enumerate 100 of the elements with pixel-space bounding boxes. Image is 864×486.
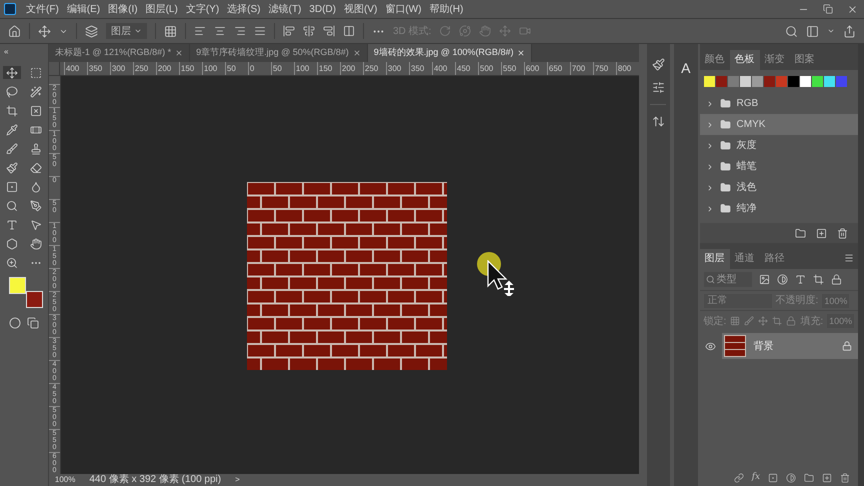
swatch-group[interactable]: 灰度 — [700, 135, 858, 156]
menu-item[interactable]: 文件(F) — [22, 2, 63, 16]
frame-tool-icon[interactable] — [30, 104, 42, 116]
menu-item[interactable]: 图层(L) — [142, 2, 182, 16]
color-swatch[interactable] — [704, 76, 715, 87]
menu-item[interactable]: 编辑(E) — [62, 2, 104, 16]
panel-tab[interactable]: 颜色 — [700, 50, 730, 70]
foreground-color-swatch[interactable] — [8, 277, 26, 294]
adjustment-filter-icon[interactable] — [776, 274, 788, 285]
layer-row[interactable]: 背景 — [722, 333, 858, 359]
restore-icon[interactable] — [823, 4, 833, 14]
fx-icon[interactable]: fx — [752, 471, 760, 485]
color-swatch[interactable] — [788, 76, 799, 87]
delete-icon[interactable] — [837, 228, 848, 238]
selection-tool-icon[interactable] — [30, 218, 42, 230]
align-center-icon[interactable] — [214, 25, 226, 37]
new-layer-icon[interactable] — [822, 473, 832, 483]
magic-wand-tool-icon[interactable] — [30, 86, 42, 98]
marquee-tool-icon[interactable] — [30, 66, 42, 78]
new-group-icon[interactable] — [804, 473, 814, 483]
color-swatch[interactable] — [764, 76, 775, 87]
swatch-group[interactable]: CMYK — [700, 114, 858, 135]
hand-tool-icon[interactable] — [30, 238, 42, 250]
document-tab[interactable]: 9墙砖的效果.jpg @ 100%(RGB/8#) — [368, 44, 532, 62]
workspace-icon[interactable] — [806, 24, 819, 38]
align-justify-icon[interactable] — [254, 25, 266, 37]
eraser-tool-icon[interactable] — [30, 162, 42, 174]
panel-tab[interactable]: 路径 — [760, 249, 790, 269]
type-tool-icon[interactable] — [6, 218, 18, 230]
move-tool-icon[interactable] — [6, 66, 18, 78]
type-filter-icon[interactable] — [794, 274, 806, 285]
crop-tool-icon[interactable] — [6, 104, 18, 116]
eyedropper-tool-icon[interactable] — [6, 124, 18, 136]
close-tab-icon[interactable] — [517, 49, 526, 57]
healing-brush-tool-icon[interactable] — [30, 124, 42, 136]
color-swatch[interactable] — [836, 76, 847, 87]
swatch-group[interactable]: 浅色 — [700, 177, 858, 198]
menu-item[interactable]: 选择(S) — [223, 2, 264, 16]
menu-item[interactable]: 视图(V) — [340, 2, 382, 16]
stamp-tool-icon[interactable] — [30, 142, 42, 154]
mask-icon[interactable] — [768, 473, 778, 483]
history-brush-tool-icon[interactable] — [6, 162, 18, 174]
color-swatch[interactable] — [728, 76, 739, 87]
lasso-tool-icon[interactable] — [6, 86, 18, 98]
caret-icon[interactable] — [827, 27, 835, 35]
share-icon[interactable] — [843, 24, 856, 38]
image-filter-icon[interactable] — [758, 274, 770, 285]
color-swatch[interactable] — [740, 76, 751, 87]
color-swatch[interactable] — [716, 76, 727, 87]
filter-field[interactable]: 类型 — [704, 272, 752, 287]
layers-icon[interactable] — [85, 24, 98, 38]
blur-tool-icon[interactable] — [30, 180, 42, 192]
align-bottom-icon[interactable] — [323, 25, 335, 37]
menu-item[interactable]: 文字(Y) — [182, 2, 224, 16]
panel-tab[interactable]: 通道 — [730, 249, 760, 269]
menu-item[interactable]: 窗口(W) — [381, 2, 426, 16]
adjustments-icon[interactable] — [652, 81, 665, 94]
menu-item[interactable]: 滤镜(T) — [264, 2, 306, 16]
close-icon[interactable] — [847, 4, 858, 14]
pen-tool-icon[interactable] — [30, 200, 42, 212]
color-swatch[interactable] — [776, 76, 787, 87]
zoom-level[interactable]: 100% — [54, 474, 76, 486]
panel-menu-icon[interactable] — [844, 253, 854, 263]
panel-tab[interactable]: 图层 — [700, 249, 730, 269]
screen-mode-icon[interactable] — [26, 317, 39, 329]
align-right-icon[interactable] — [234, 25, 246, 37]
color-swatch[interactable] — [800, 76, 811, 87]
color-swatch[interactable] — [752, 76, 763, 87]
adjustment-layer-icon[interactable] — [786, 473, 796, 483]
menu-item[interactable]: 图像(I) — [104, 2, 142, 16]
search-icon[interactable] — [785, 24, 798, 38]
new-swatch-icon[interactable] — [816, 228, 828, 238]
distribute-icon[interactable] — [343, 25, 355, 37]
panel-tab[interactable]: 渐变 — [760, 50, 790, 70]
new-group-icon[interactable] — [795, 228, 806, 238]
align-top-icon[interactable] — [283, 25, 295, 37]
link-icon[interactable] — [734, 473, 744, 483]
home-icon[interactable] — [8, 24, 21, 38]
brush-tool-icon[interactable] — [6, 142, 18, 154]
shape-tool-icon[interactable] — [6, 238, 18, 250]
menu-item[interactable]: 帮助(H) — [425, 2, 468, 16]
close-tab-icon[interactable] — [352, 49, 361, 57]
background-color-swatch[interactable] — [26, 291, 43, 308]
auto-select-dropdown[interactable]: 图层 — [106, 23, 147, 39]
character-panel-icon[interactable]: A — [681, 58, 691, 79]
color-swatch[interactable] — [812, 76, 823, 87]
panel-tab[interactable]: 色板 — [730, 50, 760, 70]
brush-settings-icon[interactable] — [652, 58, 665, 71]
swatch-group[interactable]: RGB — [700, 93, 858, 114]
move-icon[interactable] — [38, 24, 51, 38]
collapse-icon[interactable]: « — [0, 46, 8, 58]
close-tab-icon[interactable] — [175, 49, 184, 57]
swatch-group[interactable]: 纯净 — [700, 198, 858, 219]
panel-tab[interactable]: 图案 — [790, 50, 820, 70]
swatch-group[interactable]: 蜡笔 — [700, 156, 858, 177]
status-menu-arrow[interactable]: > — [235, 474, 240, 486]
zoom-tool-icon[interactable] — [6, 256, 18, 268]
menu-item[interactable]: 3D(D) — [305, 2, 340, 16]
align-middle-icon[interactable] — [303, 25, 315, 37]
visibility-icon[interactable] — [705, 340, 716, 352]
